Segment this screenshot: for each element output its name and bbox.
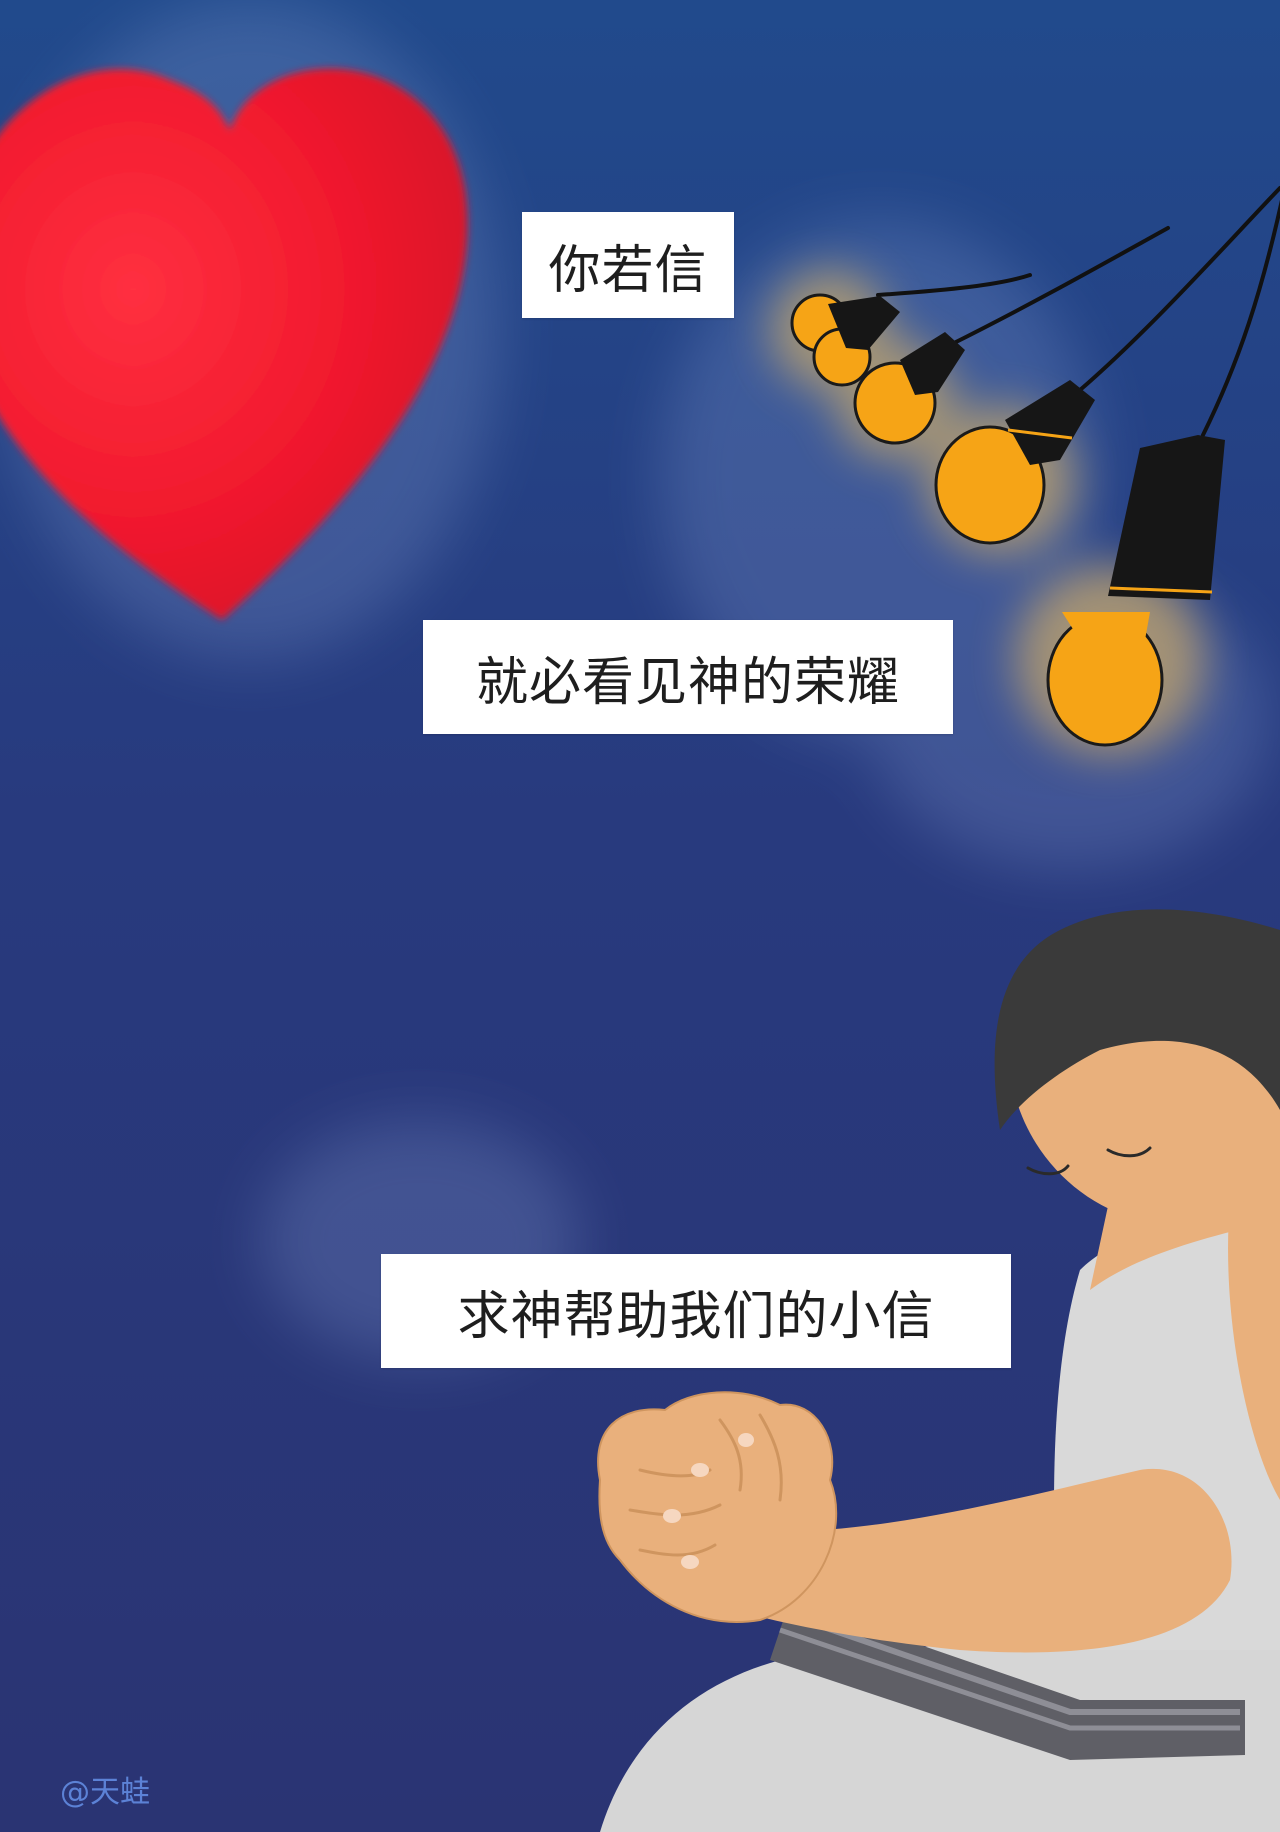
caption-see-glory-of-god: 就必看见神的荣耀 — [423, 620, 953, 734]
illustration-canvas: 你若信 就必看见神的荣耀 求神帮助我们的小信 @天蛙 — [0, 0, 1280, 1832]
caption-if-you-believe: 你若信 — [522, 212, 734, 318]
watermark: @天蛙 — [60, 1775, 150, 1810]
caption-help-our-unbelief: 求神帮助我们的小信 — [381, 1254, 1011, 1368]
